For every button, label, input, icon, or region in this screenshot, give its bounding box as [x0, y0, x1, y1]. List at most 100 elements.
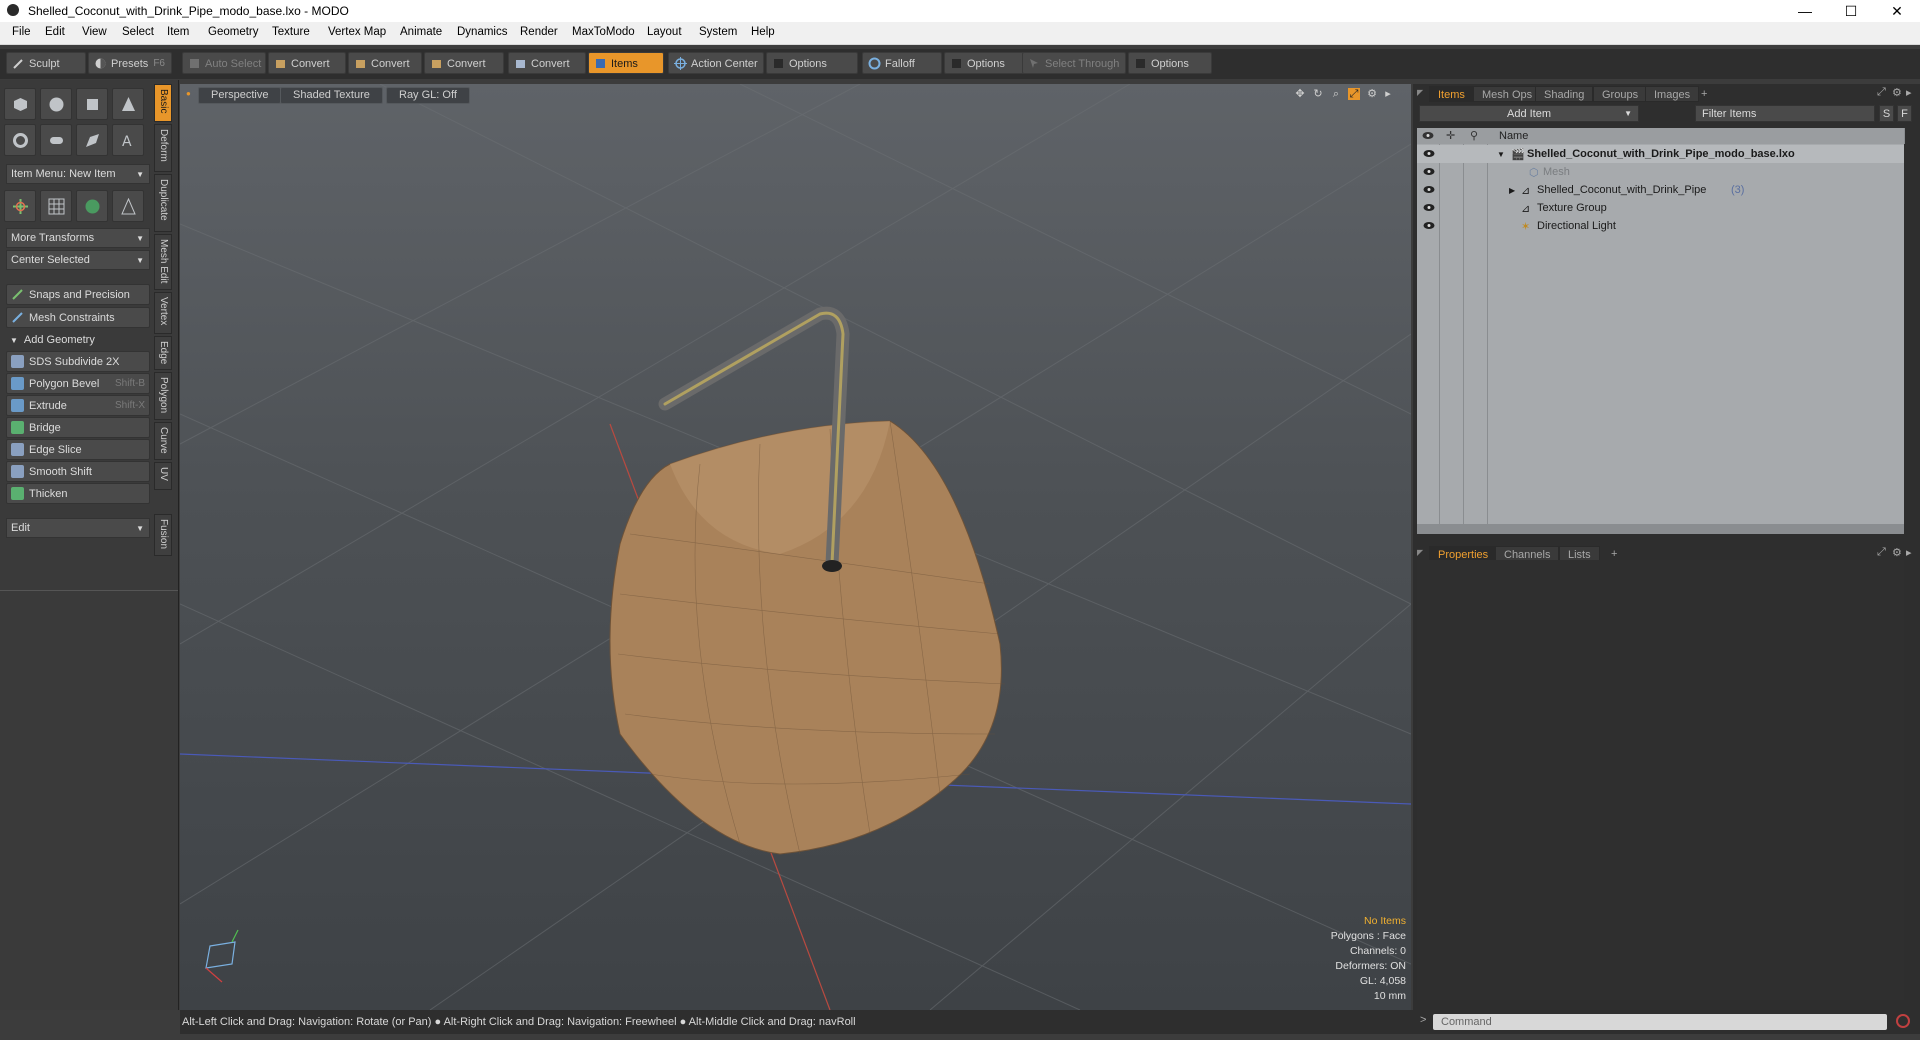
pen-primitive-button[interactable]: [76, 124, 108, 156]
menu-system[interactable]: System: [699, 26, 737, 38]
panel-gear-icon[interactable]: ⚙: [1892, 86, 1902, 99]
falloff-options-button[interactable]: Options: [944, 52, 1028, 74]
auto-select-button[interactable]: Auto Select: [182, 52, 266, 74]
mesh-constraints-button[interactable]: Mesh Constraints: [6, 307, 150, 328]
transform-tool-button[interactable]: [4, 190, 36, 222]
convert-polygons-button[interactable]: Convert: [424, 52, 504, 74]
menu-texture[interactable]: Texture: [272, 26, 310, 38]
tab-fusion[interactable]: Fusion: [154, 514, 172, 556]
grid-tool-button[interactable]: [40, 190, 72, 222]
edit-dropdown[interactable]: Edit ▼: [6, 518, 150, 538]
item-list-scrollbar[interactable]: [1417, 524, 1904, 534]
tab-duplicate[interactable]: Duplicate: [154, 174, 172, 232]
menu-maxtomodo[interactable]: MaxToModo: [572, 26, 635, 38]
snaps-precision-button[interactable]: Snaps and Precision: [6, 284, 150, 305]
edge-slice-button[interactable]: Edge Slice: [6, 439, 150, 460]
smooth-shift-button[interactable]: Smooth Shift: [6, 461, 150, 482]
eye-icon[interactable]: [1423, 167, 1435, 176]
center-selected-dropdown[interactable]: Center Selected ▼: [6, 250, 150, 270]
tab-images[interactable]: Images: [1645, 86, 1700, 102]
scale-tool-button[interactable]: [112, 190, 144, 222]
item-row-scene[interactable]: ▼ 🎬 Shelled_Coconut_with_Drink_Pipe_modo…: [1417, 145, 1904, 163]
capsule-primitive-button[interactable]: [40, 124, 72, 156]
tab-basic[interactable]: Basic: [154, 84, 172, 122]
action-center-button[interactable]: Action Center: [668, 52, 764, 74]
add-item-dropdown[interactable]: Add Item ▼: [1419, 105, 1639, 122]
menu-animate[interactable]: Animate: [400, 26, 442, 38]
sds-subdivide-button[interactable]: SDS Subdivide 2X: [6, 351, 150, 372]
eye-icon[interactable]: [1423, 185, 1435, 194]
view-perspective-button[interactable]: Perspective: [198, 87, 282, 104]
menu-geometry[interactable]: Geometry: [208, 26, 259, 38]
convert-items-button[interactable]: Convert: [508, 52, 586, 74]
eye-icon[interactable]: [1423, 203, 1435, 212]
cone-primitive-button[interactable]: [112, 88, 144, 120]
panel-menu-icon[interactable]: ◤: [1417, 88, 1423, 97]
menu-layout[interactable]: Layout: [647, 26, 682, 38]
panel-more-icon[interactable]: ▸: [1906, 546, 1912, 559]
menu-dynamics[interactable]: Dynamics: [457, 26, 507, 38]
sculpt-button[interactable]: Sculpt: [6, 52, 86, 74]
orbit-icon[interactable]: ↻: [1312, 88, 1324, 100]
select-through-button[interactable]: Select Through: [1022, 52, 1126, 74]
close-button[interactable]: ✕: [1874, 0, 1920, 22]
cube-primitive-button[interactable]: [4, 88, 36, 120]
shading-mode-button[interactable]: Shaded Texture: [280, 87, 383, 104]
command-input[interactable]: Command: [1433, 1014, 1887, 1030]
rotate-tool-button[interactable]: [76, 190, 108, 222]
tab-mesh-ops[interactable]: Mesh Ops: [1473, 86, 1542, 102]
render-column-header[interactable]: ⚲: [1463, 128, 1488, 144]
lock-column-header[interactable]: ✛: [1439, 128, 1464, 144]
panel-menu-icon[interactable]: ◤: [1417, 548, 1423, 557]
tab-vertex[interactable]: Vertex: [154, 292, 172, 334]
filter-items-input[interactable]: Filter Items: [1695, 105, 1875, 122]
zoom-icon[interactable]: ⌕: [1330, 88, 1342, 100]
item-row-directional-light[interactable]: ✶ Directional Light: [1417, 217, 1904, 235]
menu-render[interactable]: Render: [520, 26, 558, 38]
menu-select[interactable]: Select: [122, 26, 154, 38]
minimize-button[interactable]: —: [1782, 0, 1828, 22]
record-icon[interactable]: [1896, 1014, 1910, 1028]
menu-edit[interactable]: Edit: [45, 26, 65, 38]
raygl-toggle-button[interactable]: Ray GL: Off: [386, 87, 470, 104]
tab-edge[interactable]: Edge: [154, 336, 172, 370]
panel-more-icon[interactable]: ▸: [1906, 86, 1912, 99]
visibility-column-header[interactable]: [1417, 128, 1440, 144]
text-primitive-button[interactable]: A: [112, 124, 144, 156]
menu-item[interactable]: Item: [167, 26, 189, 38]
viewport-menu-icon[interactable]: ●: [186, 89, 191, 98]
tab-uv[interactable]: UV: [154, 462, 172, 490]
viewport-more-icon[interactable]: ▸: [1382, 88, 1394, 100]
expand-triangle-icon[interactable]: ▶: [1509, 186, 1515, 195]
polygon-bevel-button[interactable]: Polygon Bevel Shift-B: [6, 373, 150, 394]
panel-gear-icon[interactable]: ⚙: [1892, 546, 1902, 559]
pan-icon[interactable]: ✥: [1294, 88, 1306, 100]
item-row-mesh[interactable]: ⬡ Mesh: [1417, 163, 1904, 181]
3d-viewport[interactable]: [180, 84, 1411, 1010]
tab-mesh-edit[interactable]: Mesh Edit: [154, 234, 172, 290]
menu-view[interactable]: View: [82, 26, 107, 38]
items-mode-button[interactable]: Items: [588, 52, 664, 74]
torus-primitive-button[interactable]: [4, 124, 36, 156]
maximize-button[interactable]: ☐: [1828, 0, 1874, 22]
cylinder-primitive-button[interactable]: [76, 88, 108, 120]
filter-s-button[interactable]: S: [1879, 105, 1894, 122]
expand-panel-icon[interactable]: ⤢: [1877, 546, 1886, 559]
select-through-options-button[interactable]: Options: [1128, 52, 1212, 74]
tab-polygon[interactable]: Polygon: [154, 372, 172, 420]
name-column-header[interactable]: Name: [1487, 128, 1905, 144]
menu-help[interactable]: Help: [751, 26, 775, 38]
convert-edges-button[interactable]: Convert: [348, 52, 422, 74]
thicken-button[interactable]: Thicken: [6, 483, 150, 504]
fit-view-icon[interactable]: ⤢: [1348, 88, 1360, 100]
extrude-button[interactable]: Extrude Shift-X: [6, 395, 150, 416]
presets-button[interactable]: Presets F6: [88, 52, 172, 74]
item-row-coconut-group[interactable]: ▶ ⊿ Shelled_Coconut_with_Drink_Pipe (3): [1417, 181, 1904, 199]
bridge-button[interactable]: Bridge: [6, 417, 150, 438]
item-row-texture-group[interactable]: ⊿ Texture Group: [1417, 199, 1904, 217]
tab-items[interactable]: Items: [1429, 86, 1474, 102]
tab-deform[interactable]: Deform: [154, 124, 172, 172]
viewport-gear-icon[interactable]: ⚙: [1366, 88, 1378, 100]
filter-f-button[interactable]: F: [1897, 105, 1912, 122]
action-center-options-button[interactable]: Options: [766, 52, 858, 74]
